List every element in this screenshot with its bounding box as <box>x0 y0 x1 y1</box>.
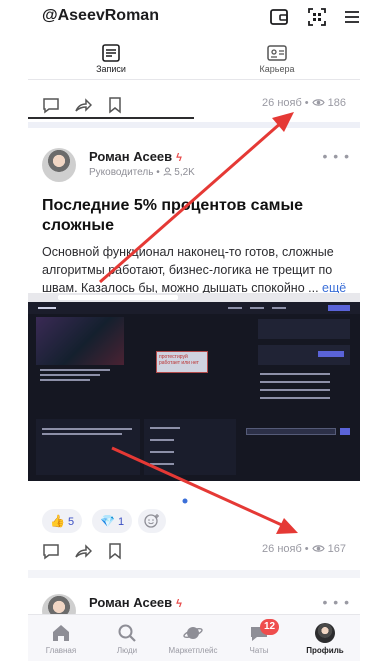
post-title: Последние 5% процентов самые сложные <box>42 197 304 234</box>
image-hero-graphic <box>36 317 124 365</box>
tab-career[interactable]: Карьера <box>194 40 360 80</box>
reaction-count: 5 <box>67 516 75 528</box>
diamond-icon: 💎 <box>100 514 115 528</box>
author-followers: 5,2K <box>174 167 195 178</box>
prev-post-meta: 26 нояб • 186 <box>262 97 346 109</box>
lightning-icon: ϟ <box>176 598 182 610</box>
lightning-icon: ϟ <box>176 152 182 164</box>
author-name[interactable]: Роман Асеев ϟ <box>89 149 182 164</box>
profile-tabs: Записи Карьера <box>28 40 360 119</box>
author-meta: Руководитель • 5,2K <box>89 167 195 178</box>
post-meta: 26 нояб • 167 <box>262 543 346 555</box>
nav-chats-label: Чаты <box>249 646 269 655</box>
tab-career-label: Карьера <box>259 64 295 74</box>
nav-people-label: Люди <box>116 646 138 655</box>
add-reaction-icon <box>144 514 159 528</box>
nav-chats[interactable]: 12 Чаты <box>226 615 292 661</box>
reactions-row: 👍 5 💎 1 <box>42 509 352 533</box>
views-eye-icon <box>311 99 325 106</box>
add-reaction-button[interactable] <box>138 509 166 533</box>
post-actions: 26 нояб • 167 <box>28 540 360 562</box>
more-options-icon[interactable]: • • • <box>323 594 350 610</box>
home-icon <box>53 625 69 641</box>
nav-home[interactable]: Главная <box>28 615 94 661</box>
nav-profile[interactable]: Профиль <box>292 615 358 661</box>
post-date: 26 нояб <box>262 543 302 555</box>
image-annotation-note: протестируй работает или нет <box>156 351 208 373</box>
profile-avatar-icon <box>315 623 335 643</box>
search-icon <box>118 624 136 642</box>
prev-post-views: 186 <box>327 97 346 109</box>
reaction-thumbs-up[interactable]: 👍 5 <box>42 509 83 533</box>
followers-icon <box>163 167 171 176</box>
share-icon[interactable] <box>74 96 92 114</box>
post-views: 167 <box>327 543 346 555</box>
menu-icon[interactable] <box>344 6 360 28</box>
post-separator <box>28 122 360 128</box>
nav-marketplace-label: Маркетплейс <box>168 646 218 655</box>
more-options-icon[interactable]: • • • <box>323 148 350 164</box>
comment-icon[interactable] <box>42 96 60 114</box>
author-name[interactable]: Роман Асеев ϟ <box>89 595 182 610</box>
nav-people[interactable]: Люди <box>94 615 160 661</box>
post-image[interactable]: протестируй работает или нет <box>28 293 360 481</box>
nav-marketplace[interactable]: Маркетплейс <box>160 615 226 661</box>
marketplace-planet-icon <box>183 627 203 639</box>
share-icon[interactable] <box>74 542 92 560</box>
posts-icon <box>102 44 120 62</box>
image-input-field <box>246 428 336 435</box>
tab-posts-label: Записи <box>96 64 126 74</box>
post-author[interactable]: Роман Асеев ϟ Руководитель • 5,2K • • • <box>42 148 352 184</box>
reaction-count: 1 <box>117 516 125 528</box>
views-eye-icon <box>311 545 325 552</box>
active-tab-indicator <box>28 117 194 119</box>
nav-profile-label: Профиль <box>306 646 344 655</box>
image-browser-bar <box>28 293 360 302</box>
image-pagination-dot <box>182 491 188 509</box>
avatar[interactable] <box>42 148 76 182</box>
reaction-diamond[interactable]: 💎 1 <box>92 509 133 533</box>
post-separator <box>28 570 360 578</box>
top-bar: @AseevRoman <box>28 0 360 36</box>
wallet-icon[interactable] <box>268 6 290 28</box>
bottom-navigation: Главная Люди Маркетплейс 12 Чаты Профиль <box>28 614 360 661</box>
post-body: Основной функционал наконец-то готов, сл… <box>42 243 352 297</box>
bookmark-icon[interactable] <box>106 96 124 114</box>
qr-scan-icon[interactable] <box>306 6 328 28</box>
profile-username: @AseevRoman <box>42 7 159 24</box>
prev-post-actions: 26 нояб • 186 <box>28 94 360 116</box>
app-screen: @AseevRoman Записи Карьера 26 нояб • 186… <box>28 0 360 661</box>
author-role: Руководитель <box>89 167 154 178</box>
image-site-nav <box>28 302 360 314</box>
unread-chats-badge: 12 <box>260 619 280 635</box>
tab-posts[interactable]: Записи <box>28 40 194 80</box>
thumbs-up-icon: 👍 <box>50 514 65 528</box>
comment-icon[interactable] <box>42 542 60 560</box>
nav-home-label: Главная <box>45 646 77 655</box>
career-card-icon <box>267 45 287 61</box>
post-body-text: Основной функционал наконец-то готов, сл… <box>42 245 334 295</box>
prev-post-date: 26 нояб <box>262 97 302 109</box>
bookmark-icon[interactable] <box>106 542 124 560</box>
